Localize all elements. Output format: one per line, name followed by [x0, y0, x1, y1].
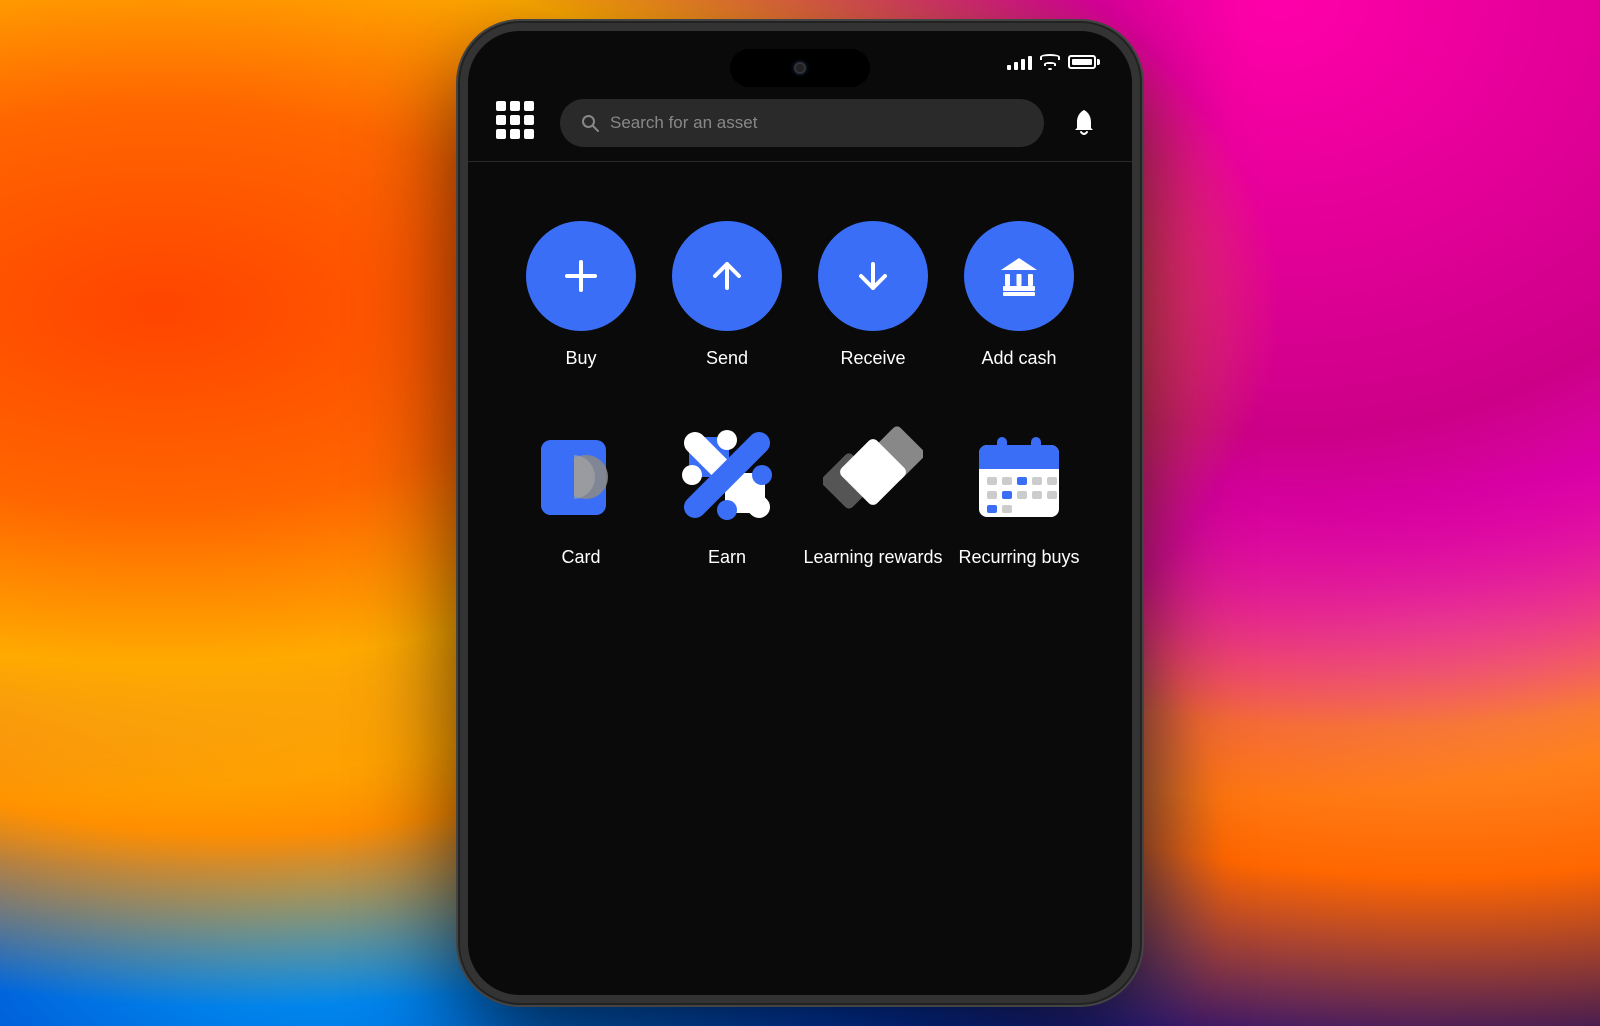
actions-grid: Buy Send — [468, 191, 1132, 600]
search-placeholder: Search for an asset — [610, 113, 757, 133]
recurring-buys-action[interactable]: Recurring buys — [946, 420, 1092, 569]
learning-rewards-icon — [818, 420, 928, 530]
grid-menu-button[interactable] — [496, 101, 540, 145]
separator — [468, 161, 1132, 162]
volume-down-button — [460, 296, 464, 346]
earn-action[interactable]: Earn — [654, 420, 800, 569]
camera-dot — [794, 62, 806, 74]
buy-action[interactable]: Buy — [508, 221, 654, 370]
receive-action[interactable]: Receive — [800, 221, 946, 370]
earn-label: Earn — [708, 546, 746, 569]
add-cash-action[interactable]: Add cash — [946, 221, 1092, 370]
card-action[interactable]: Card — [508, 420, 654, 569]
phone-frame: Search for an asset — [460, 23, 1140, 1003]
card-icon — [526, 420, 636, 530]
signal-icon — [1007, 54, 1032, 70]
notification-bell-button[interactable] — [1064, 103, 1104, 143]
earn-icon — [672, 420, 782, 530]
buy-icon-circle — [526, 221, 636, 331]
add-cash-label: Add cash — [981, 347, 1056, 370]
learning-rewards-action[interactable]: Learning rewards — [800, 420, 946, 569]
receive-label: Receive — [840, 347, 905, 370]
bank-icon — [993, 250, 1045, 302]
status-icons — [1007, 54, 1100, 70]
dynamic-island — [730, 49, 870, 87]
silent-button — [460, 171, 464, 206]
recurring-buys-icon — [964, 420, 1074, 530]
volume-up-button — [460, 231, 464, 281]
header: Search for an asset — [468, 99, 1132, 147]
power-button — [1136, 241, 1140, 316]
card-label: Card — [561, 546, 600, 569]
receive-icon-circle — [818, 221, 928, 331]
add-cash-icon-circle — [964, 221, 1074, 331]
search-bar[interactable]: Search for an asset — [560, 99, 1044, 147]
battery-icon — [1068, 55, 1100, 69]
learning-rewards-label: Learning rewards — [803, 546, 942, 569]
buy-label: Buy — [565, 347, 596, 370]
search-icon — [580, 113, 600, 133]
send-label: Send — [706, 347, 748, 370]
plus-icon — [559, 254, 603, 298]
arrow-down-icon — [851, 254, 895, 298]
recurring-buys-label: Recurring buys — [958, 546, 1079, 569]
send-action[interactable]: Send — [654, 221, 800, 370]
phone-screen: Search for an asset — [468, 31, 1132, 995]
wifi-icon — [1040, 54, 1060, 70]
send-icon-circle — [672, 221, 782, 331]
arrow-up-icon — [705, 254, 749, 298]
